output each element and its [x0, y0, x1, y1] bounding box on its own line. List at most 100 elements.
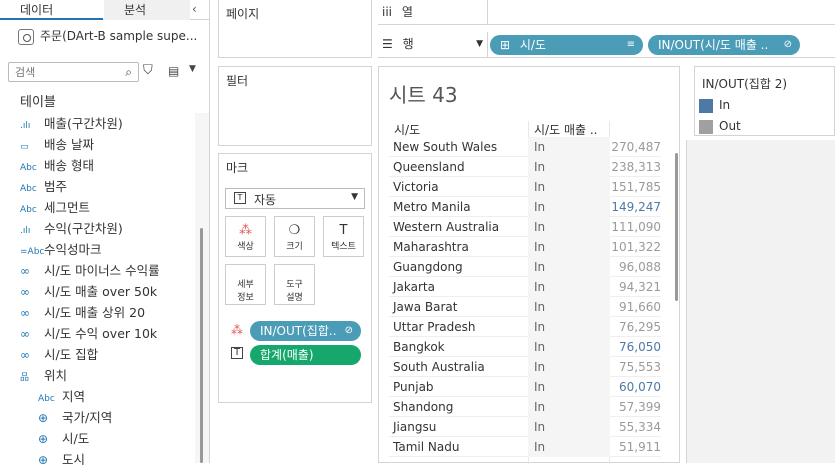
table-row[interactable]: Jawa Barat In 91,660	[389, 297, 661, 317]
sales-cell: 55,334	[619, 420, 661, 434]
geo-field-icon: ⊕	[38, 453, 49, 467]
province-cell: New South Wales	[393, 140, 498, 154]
table-row[interactable]: Western Australia In 111,090	[389, 217, 661, 237]
field-item[interactable]: Abc 범주	[20, 176, 67, 197]
field-search[interactable]: ⌕	[8, 62, 139, 82]
text-pill-sum-sales[interactable]: 합계(매출)	[250, 345, 361, 365]
size-button[interactable]: ❍ 크기	[274, 216, 315, 257]
pages-card[interactable]: 페이지	[218, 0, 372, 58]
header-province[interactable]: 시/도	[394, 121, 420, 138]
field-label: 시/도 매출 over 50k	[44, 284, 158, 299]
legend-swatch	[699, 99, 713, 113]
table-row[interactable]: Queensland In 238,313	[389, 157, 661, 177]
header-sales-set[interactable]: 시/도 매출 ..	[534, 121, 597, 138]
collapse-pane-icon[interactable]: ‹	[192, 2, 197, 16]
table-row[interactable]: Jakarta In 94,321	[389, 277, 661, 297]
marks-card-title: 마크	[226, 161, 249, 175]
table-row[interactable]: Tamil Nadu In 51,911	[389, 437, 661, 457]
rows-shelf[interactable]: ☰ 행 ▼ ⊞ 시/도 ≡ IN/OUT(시/도 매출 .. ⊘	[378, 32, 835, 58]
rows-shelf-label: ☰ 행 ▼	[378, 32, 488, 57]
filters-card[interactable]: 필터	[218, 66, 372, 146]
color-button[interactable]: ⁂ 색상	[225, 216, 266, 257]
set-field-icon: ∞	[20, 285, 30, 299]
color-button-label: 색상	[237, 242, 254, 252]
text-button[interactable]: T 텍스트	[323, 216, 364, 257]
field-item[interactable]: ∞ 시/도 집합	[20, 344, 98, 365]
legend-title: IN/OUT(집합 2)	[702, 77, 788, 91]
field-item[interactable]: .ılı 매출(구간차원)	[20, 113, 123, 134]
field-item[interactable]: ⊕ 시/도	[38, 428, 89, 449]
field-item[interactable]: ∞ 시/도 수익 over 10k	[20, 323, 157, 344]
field-item[interactable]: ∞ 시/도 매출 over 50k	[20, 281, 157, 302]
field-item[interactable]: Abc 배송 형태	[20, 155, 94, 176]
field-item[interactable]: ▭ 배송 날짜	[20, 134, 94, 155]
field-item[interactable]: ∞ 시/도 매출 상위 20	[20, 302, 145, 323]
field-item[interactable]: Abc 세그먼트	[20, 197, 90, 218]
mark-type-select[interactable]: T 자동 ▼	[225, 188, 365, 209]
field-item[interactable]: Abc 지역	[38, 386, 85, 407]
data-pane: 데이터 분석 ‹ 주문(DArt-B sample supe... ⌕ ⛉ ▤ …	[0, 0, 210, 467]
field-label: 시/도 수익 over 10k	[44, 326, 158, 341]
sheet-title[interactable]: 시트 43	[389, 79, 458, 108]
set-icon: ⊘	[344, 325, 353, 336]
table-row[interactable]: New South Wales In 270,487	[389, 137, 661, 157]
province-cell: Victoria	[393, 180, 439, 194]
sheet-scrollbar[interactable]	[675, 153, 678, 301]
table-row[interactable]: Jiangsu In 55,334	[389, 417, 661, 437]
province-cell: Metro Manila	[393, 200, 471, 214]
sales-cell: 96,088	[619, 260, 661, 274]
sales-cell: 94,321	[619, 280, 661, 294]
province-cell: Shandong	[393, 400, 454, 414]
province-cell: Tamil Nadu	[393, 440, 460, 454]
chevron-down-icon[interactable]: ▼	[476, 32, 483, 57]
color-pill-inout[interactable]: IN/OUT(집합.. ⊘	[250, 321, 361, 341]
table-row[interactable]: Shandong In 57,399	[389, 397, 661, 417]
table-row[interactable]: Victoria In 151,785	[389, 177, 661, 197]
sort-icon: ≡	[626, 39, 635, 50]
sales-cell: 60,070	[619, 380, 661, 394]
columns-shelf-label: iii 열	[378, 0, 488, 25]
data-pane-scroll-thumb[interactable]	[200, 228, 203, 463]
row-pill-province[interactable]: ⊞ 시/도 ≡	[490, 35, 643, 55]
filters-card-title: 필터	[226, 74, 249, 88]
text-icon: T	[339, 223, 348, 238]
field-item[interactable]: ⊕ 도시	[38, 449, 85, 470]
field-label: 매출(구간차원)	[44, 116, 123, 131]
field-item[interactable]: .ılı 수익(구간차원)	[20, 218, 123, 239]
table-row[interactable]: Bangkok In 76,050	[389, 337, 661, 357]
province-cell: Jawa Barat	[393, 300, 458, 314]
table-row[interactable]: Metro Manila In 149,247	[389, 197, 661, 217]
filter-icon[interactable]: ⛉	[143, 63, 153, 78]
tooltip-button[interactable]: 도구 설명	[274, 264, 315, 305]
table-row[interactable]: Punjab In 60,070	[389, 377, 661, 397]
field-item[interactable]: =Abc수익성마크	[20, 239, 102, 260]
row-pill-inout[interactable]: IN/OUT(시/도 매출 .. ⊘	[648, 35, 800, 55]
table-row[interactable]: South Australia In 75,553	[389, 357, 661, 377]
table-row[interactable]: Uttar Pradesh In 76,295	[389, 317, 661, 337]
chevron-down-icon[interactable]: ▼	[189, 64, 196, 74]
field-label: 배송 날짜	[44, 137, 94, 152]
datasource-icon	[18, 29, 34, 45]
field-item[interactable]: ∞ 시/도 마이너스 수익률	[20, 260, 160, 281]
table-row[interactable]: Guangdong In 96,088	[389, 257, 661, 277]
tab-data[interactable]: 데이터	[0, 0, 103, 20]
legend-swatch	[699, 120, 713, 134]
datasource-item[interactable]: 주문(DArt-B sample supe...	[18, 26, 197, 46]
tab-analysis[interactable]: 분석	[104, 0, 190, 20]
table-row[interactable]: Maharashtra In 101,322	[389, 237, 661, 257]
province-cell: Uttar Pradesh	[393, 320, 476, 334]
sales-cell: 51,911	[619, 440, 661, 454]
mark-type-label: 자동	[254, 193, 277, 207]
sales-cell: 57,399	[619, 400, 661, 414]
detail-button[interactable]: 세부 정보	[225, 264, 266, 305]
field-item[interactable]: ⊕ 국가/지역	[38, 407, 112, 428]
sales-cell: 91,660	[619, 300, 661, 314]
field-label: 시/도 집합	[44, 347, 99, 362]
search-input[interactable]	[9, 63, 109, 81]
geo-field-icon: ⊕	[38, 432, 49, 446]
data-pane-tabs: 데이터 분석 ‹	[0, 0, 210, 20]
color-legend[interactable]: IN/OUT(집합 2) In Out	[694, 66, 835, 136]
columns-shelf[interactable]: iii 열	[378, 0, 835, 25]
list-view-icon[interactable]: ▤	[168, 64, 179, 78]
field-item[interactable]: 品 위치	[20, 365, 67, 386]
